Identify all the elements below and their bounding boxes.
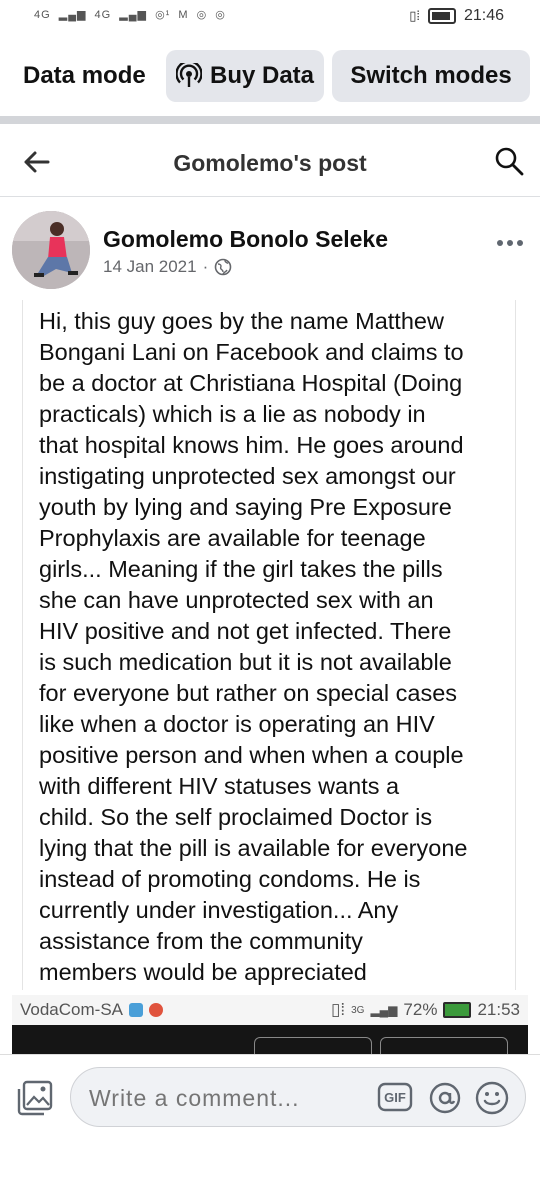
carrier-name: VodaCom-SA bbox=[20, 1000, 123, 1019]
mention-icon[interactable] bbox=[429, 1082, 461, 1114]
switch-modes-label: Switch modes bbox=[350, 62, 512, 89]
data-mode-title: Data mode bbox=[23, 62, 146, 89]
broadcast-icon bbox=[175, 63, 202, 87]
signal-bars-icon: ▂▄▆ bbox=[370, 1003, 398, 1017]
gmail-icon: M bbox=[178, 9, 189, 21]
status-indicators: 4G ▂▄▆ 4G ▂▄▆ ◎¹ M ◎ ◎ bbox=[34, 8, 230, 21]
embedded-status-bar: VodaCom-SA ▯⁞ 3G ▂▄▆ 72% 21:53 bbox=[12, 995, 528, 1025]
app-notification-icon bbox=[129, 1003, 143, 1017]
post-header: Gomolemo's post bbox=[0, 128, 540, 197]
signal-indicator-1: 4G bbox=[34, 9, 51, 21]
post-meta: 14 Jan 2021 · bbox=[103, 257, 232, 277]
signal-bars-icon: ▂▄▆ bbox=[58, 9, 87, 21]
embedded-status-right: ▯⁞ 3G ▂▄▆ 72% 21:53 bbox=[331, 1000, 520, 1020]
status-time: 21:46 bbox=[463, 7, 504, 24]
embedded-carrier: VodaCom-SA bbox=[20, 1000, 163, 1020]
switch-modes-button[interactable]: Switch modes bbox=[332, 50, 530, 102]
signal-bars-icon: ▂▄▆ bbox=[119, 9, 147, 21]
instagram-icon: ◎ bbox=[196, 9, 208, 21]
more-options-icon[interactable] bbox=[496, 236, 524, 250]
chrome-icon bbox=[149, 1003, 163, 1017]
signal-indicator-2: 4G bbox=[94, 9, 112, 21]
comment-input[interactable] bbox=[87, 1080, 371, 1116]
avatar-photo bbox=[12, 211, 90, 289]
data-mode-bar: Data mode Buy Data Switch modes bbox=[0, 46, 540, 106]
post-author-name[interactable]: Gomolemo Bonolo Seleke bbox=[103, 226, 388, 253]
battery-percent: 72% bbox=[403, 1000, 438, 1019]
globe-icon bbox=[214, 258, 232, 276]
avatar[interactable] bbox=[12, 211, 90, 289]
embedded-ghost-button bbox=[380, 1037, 508, 1054]
page-title: Gomolemo's post bbox=[173, 150, 367, 176]
section-divider bbox=[0, 116, 540, 124]
gif-label: GIF bbox=[384, 1090, 406, 1105]
vibrate-icon: ▯⁞ bbox=[409, 8, 420, 23]
buy-data-label: Buy Data bbox=[209, 62, 315, 89]
search-icon[interactable] bbox=[494, 146, 524, 176]
buy-data-button[interactable]: Buy Data bbox=[166, 50, 324, 102]
meta-separator: · bbox=[202, 257, 209, 276]
network-type: 3G bbox=[351, 1004, 365, 1016]
gif-icon[interactable]: GIF bbox=[377, 1082, 413, 1112]
battery-icon bbox=[443, 1002, 472, 1018]
status-right: ▯⁞ 21:46 bbox=[409, 7, 504, 25]
embedded-time: 21:53 bbox=[477, 1000, 520, 1019]
comment-field[interactable]: GIF bbox=[70, 1067, 526, 1127]
embedded-dark-bar bbox=[12, 1025, 528, 1054]
vibrate-icon: ▯⁞ bbox=[331, 1000, 346, 1019]
post-text: Hi, this guy goes by the name Matthew Bo… bbox=[39, 308, 468, 985]
instagram-icon-2: ◎ bbox=[215, 9, 226, 21]
hotspot-indicator: ◎¹ bbox=[155, 9, 171, 21]
embedded-ghost-button bbox=[254, 1037, 372, 1054]
emoji-icon[interactable] bbox=[475, 1081, 509, 1115]
comment-bar: GIF bbox=[0, 1054, 540, 1201]
battery-icon bbox=[427, 8, 456, 24]
status-bar: 4G ▂▄▆ 4G ▂▄▆ ◎¹ M ◎ ◎ ▯⁞ 21:46 bbox=[0, 0, 540, 34]
photo-icon[interactable] bbox=[16, 1079, 54, 1117]
post-date[interactable]: 14 Jan 2021 bbox=[103, 257, 197, 277]
post-image[interactable]: Hi, this guy goes by the name Matthew Bo… bbox=[22, 300, 516, 990]
